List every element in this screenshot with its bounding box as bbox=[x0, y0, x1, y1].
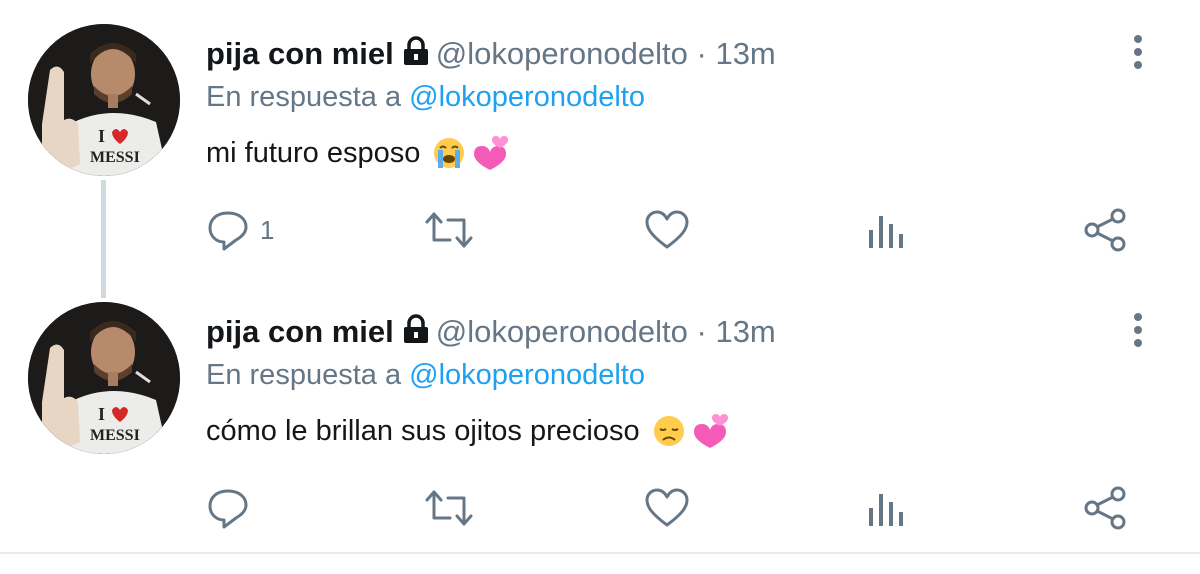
handle[interactable]: @lokoperonodelto bbox=[436, 36, 688, 71]
reply-count: 1 bbox=[260, 214, 275, 245]
more-vertical-icon[interactable] bbox=[1128, 310, 1148, 350]
tweet-text-content: cómo le brillan sus ojitos precioso bbox=[206, 415, 640, 447]
separator-dot: · bbox=[696, 314, 707, 349]
retweet-button[interactable] bbox=[424, 484, 474, 532]
two-hearts-emoji-icon bbox=[470, 136, 509, 181]
reply-mention-link[interactable]: @lokoperonodelto bbox=[409, 81, 645, 113]
tweet-actions: 1 bbox=[0, 206, 1200, 254]
analytics-button[interactable] bbox=[866, 484, 906, 532]
timeline-divider bbox=[0, 552, 1200, 554]
display-name[interactable]: pija con miel bbox=[206, 314, 394, 349]
disappointed-face-emoji-icon bbox=[652, 414, 686, 459]
analytics-button[interactable] bbox=[866, 206, 906, 254]
retweet-icon bbox=[424, 488, 474, 528]
tweet[interactable]: I MESSI pija con miel @lokoperonodelto · … bbox=[0, 278, 1200, 558]
separator-dot: · bbox=[696, 36, 707, 71]
reply-prefix: En respuesta a bbox=[206, 81, 402, 113]
retweet-button[interactable] bbox=[424, 206, 474, 254]
heart-icon bbox=[644, 487, 690, 529]
avatar-shirt-text-1: I bbox=[98, 404, 105, 424]
reply-button[interactable]: 1 bbox=[206, 206, 274, 254]
tweet-text: cómo le brillan sus ojitos precioso bbox=[206, 411, 728, 459]
avatar[interactable]: I MESSI bbox=[28, 24, 180, 176]
share-button[interactable] bbox=[1082, 484, 1128, 532]
tweet-header: pija con miel @lokoperonodelto · 13m bbox=[206, 34, 776, 76]
analytics-icon bbox=[866, 210, 906, 250]
lock-icon bbox=[402, 36, 430, 76]
avatar-shirt-text-2: MESSI bbox=[90, 427, 140, 444]
avatar-shirt-text-2: MESSI bbox=[90, 149, 140, 166]
share-button[interactable] bbox=[1082, 206, 1128, 254]
like-button[interactable] bbox=[644, 484, 690, 532]
loudly-crying-face-emoji-icon bbox=[432, 136, 466, 181]
analytics-icon bbox=[866, 488, 906, 528]
tweet-actions bbox=[0, 484, 1200, 532]
reply-icon bbox=[206, 209, 250, 251]
reply-button[interactable] bbox=[206, 484, 260, 532]
avatar-shirt-text-1: I bbox=[98, 126, 105, 146]
two-hearts-emoji-icon bbox=[690, 414, 728, 459]
tweet-text: mi futuro esposo bbox=[206, 133, 509, 181]
heart-icon bbox=[644, 209, 690, 251]
share-icon bbox=[1082, 486, 1128, 530]
timestamp[interactable]: 13m bbox=[715, 36, 775, 71]
share-icon bbox=[1082, 208, 1128, 252]
handle[interactable]: @lokoperonodelto bbox=[436, 314, 688, 349]
reply-context: En respuesta a @lokoperonodelto bbox=[206, 77, 645, 117]
tweet-text-content: mi futuro esposo bbox=[206, 137, 421, 169]
lock-icon bbox=[402, 314, 430, 354]
tweet-header: pija con miel @lokoperonodelto · 13m bbox=[206, 312, 776, 354]
tweet[interactable]: I MESSI pija con miel @lokoperonodelto · … bbox=[0, 0, 1200, 280]
retweet-icon bbox=[424, 210, 474, 250]
more-vertical-icon[interactable] bbox=[1128, 32, 1148, 72]
like-button[interactable] bbox=[644, 206, 690, 254]
reply-context: En respuesta a @lokoperonodelto bbox=[206, 355, 645, 395]
reply-mention-link[interactable]: @lokoperonodelto bbox=[409, 359, 645, 391]
avatar[interactable]: I MESSI bbox=[28, 302, 180, 454]
display-name[interactable]: pija con miel bbox=[206, 36, 394, 71]
reply-icon bbox=[206, 487, 250, 529]
timestamp[interactable]: 13m bbox=[715, 314, 775, 349]
reply-prefix: En respuesta a bbox=[206, 359, 402, 391]
